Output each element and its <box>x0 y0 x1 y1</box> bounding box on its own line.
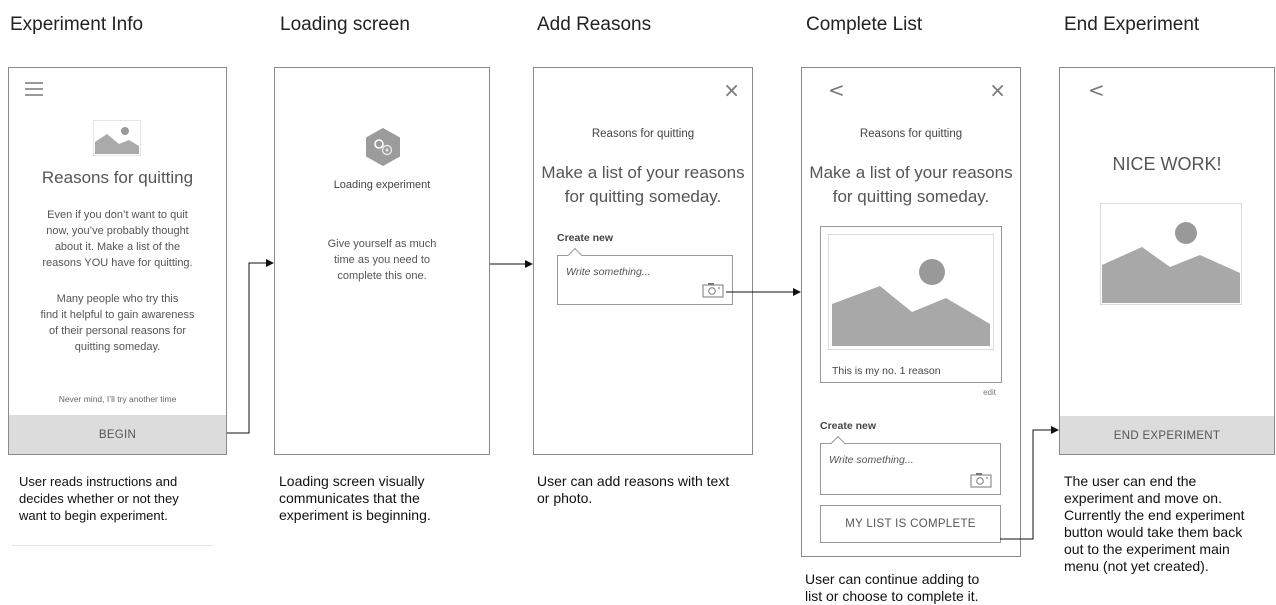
flow-arrows <box>227 259 1059 540</box>
arrow-begin-to-loading <box>227 259 274 434</box>
arrow-complete-to-end <box>1000 426 1059 540</box>
